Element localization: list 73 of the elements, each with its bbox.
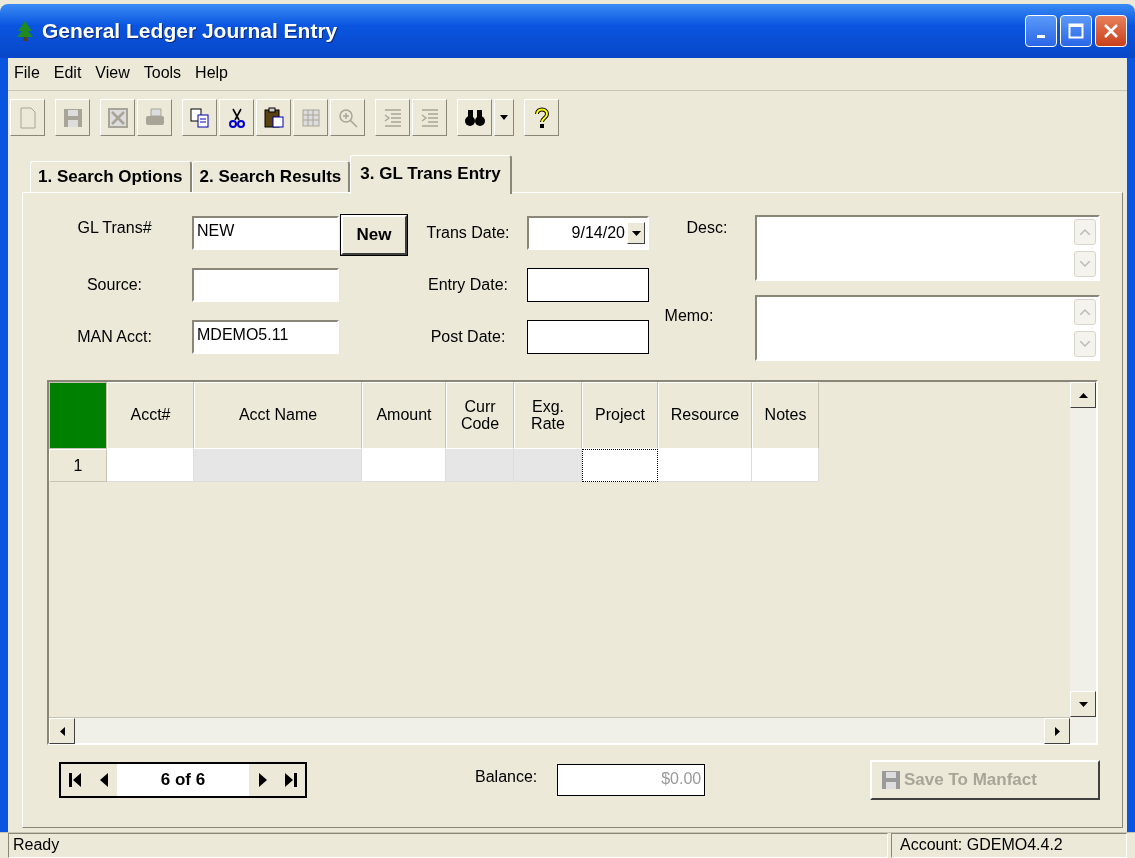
column-header[interactable]: Acct Name	[194, 382, 362, 449]
field-label: Memo:	[663, 306, 715, 326]
menu-item[interactable]: Edit	[47, 62, 90, 84]
down-arrow-icon	[1078, 701, 1088, 707]
grid-icon	[299, 106, 322, 129]
toolbar-button[interactable]	[219, 99, 254, 136]
close-icon	[1103, 23, 1119, 39]
up-arrow-icon	[1078, 392, 1088, 398]
column-header[interactable]: Exg. Rate	[514, 382, 582, 449]
close-button[interactable]	[1095, 15, 1127, 47]
clipboard-icon	[262, 106, 285, 129]
toolbar-button[interactable]	[494, 99, 514, 136]
tab[interactable]: 3. GL Trans Entry	[350, 155, 512, 194]
copy-icon	[188, 106, 211, 129]
scroll-right-button[interactable]	[1044, 718, 1070, 744]
record-position: 6 of 6	[159, 770, 207, 790]
caret-icon	[631, 230, 641, 236]
magnifier-icon	[336, 106, 359, 129]
right-arrow-icon	[1054, 726, 1060, 736]
tab[interactable]: 1. Search Options	[30, 161, 192, 192]
status-message: Ready	[8, 833, 888, 858]
column-header[interactable]: Notes	[752, 382, 819, 449]
next-record-button[interactable]	[249, 764, 277, 796]
table-cell[interactable]	[582, 449, 658, 482]
field-label: MAN Acct:	[76, 328, 153, 346]
field-label: Source:	[85, 276, 144, 294]
status-account: Account: GDEMO4.4.2	[891, 833, 1127, 858]
left-arrow-icon	[59, 726, 65, 736]
column-header[interactable]: Acct#	[107, 382, 194, 449]
next-icon	[258, 773, 268, 787]
minimize-icon	[1037, 34, 1045, 38]
spreadsheet-icon	[106, 106, 129, 129]
first-icon	[69, 773, 81, 787]
menu-item[interactable]: Help	[189, 62, 236, 84]
field-label: Entry Date:	[427, 276, 509, 294]
tree-icon	[16, 21, 34, 41]
last-icon	[285, 773, 297, 787]
post-date-field[interactable]	[527, 320, 649, 354]
minimize-button[interactable]	[1025, 15, 1057, 47]
menu-item[interactable]: Tools	[137, 62, 190, 84]
column-header[interactable]: Amount	[362, 382, 446, 449]
horizontal-scrollbar[interactable]	[49, 717, 1070, 743]
gl-trans-field[interactable]: NEW	[192, 216, 339, 250]
scroll-left-button[interactable]	[49, 718, 75, 744]
field-label: Post Date:	[429, 328, 507, 346]
toolbar-button[interactable]	[457, 99, 492, 136]
menu-item[interactable]: File	[8, 62, 48, 84]
previous-record-button[interactable]	[89, 764, 117, 796]
row-header: 1	[49, 449, 107, 482]
field-label: Desc:	[685, 218, 729, 238]
first-record-button[interactable]	[61, 764, 89, 796]
previous-icon	[98, 773, 108, 787]
balance-label: Balance:	[475, 768, 538, 786]
field-label: GL Trans#	[76, 218, 153, 237]
maximize-icon	[1068, 23, 1084, 39]
maximize-button[interactable]	[1060, 15, 1092, 47]
grid-corner	[49, 382, 107, 449]
column-header[interactable]: Resource	[658, 382, 752, 449]
column-header[interactable]: Curr Code	[446, 382, 514, 449]
field-label: Trans Date:	[425, 224, 511, 242]
caret-icon	[500, 115, 508, 120]
man-acct-field[interactable]: MDEMO5.11	[192, 320, 339, 354]
toolbar-button[interactable]	[524, 99, 559, 136]
date-dropdown[interactable]: 9/14/20	[527, 216, 649, 250]
source-field[interactable]	[192, 268, 339, 302]
column-header[interactable]: Project	[582, 382, 658, 449]
window-title: General Ledger Journal Entry	[42, 19, 338, 43]
last-record-button[interactable]	[277, 764, 305, 796]
menu-item[interactable]: View	[89, 62, 138, 84]
entry-date-field[interactable]	[527, 268, 649, 302]
toolbar-button[interactable]	[256, 99, 291, 136]
balance-field: $0.00	[557, 764, 706, 796]
new-button[interactable]: New	[341, 215, 407, 255]
